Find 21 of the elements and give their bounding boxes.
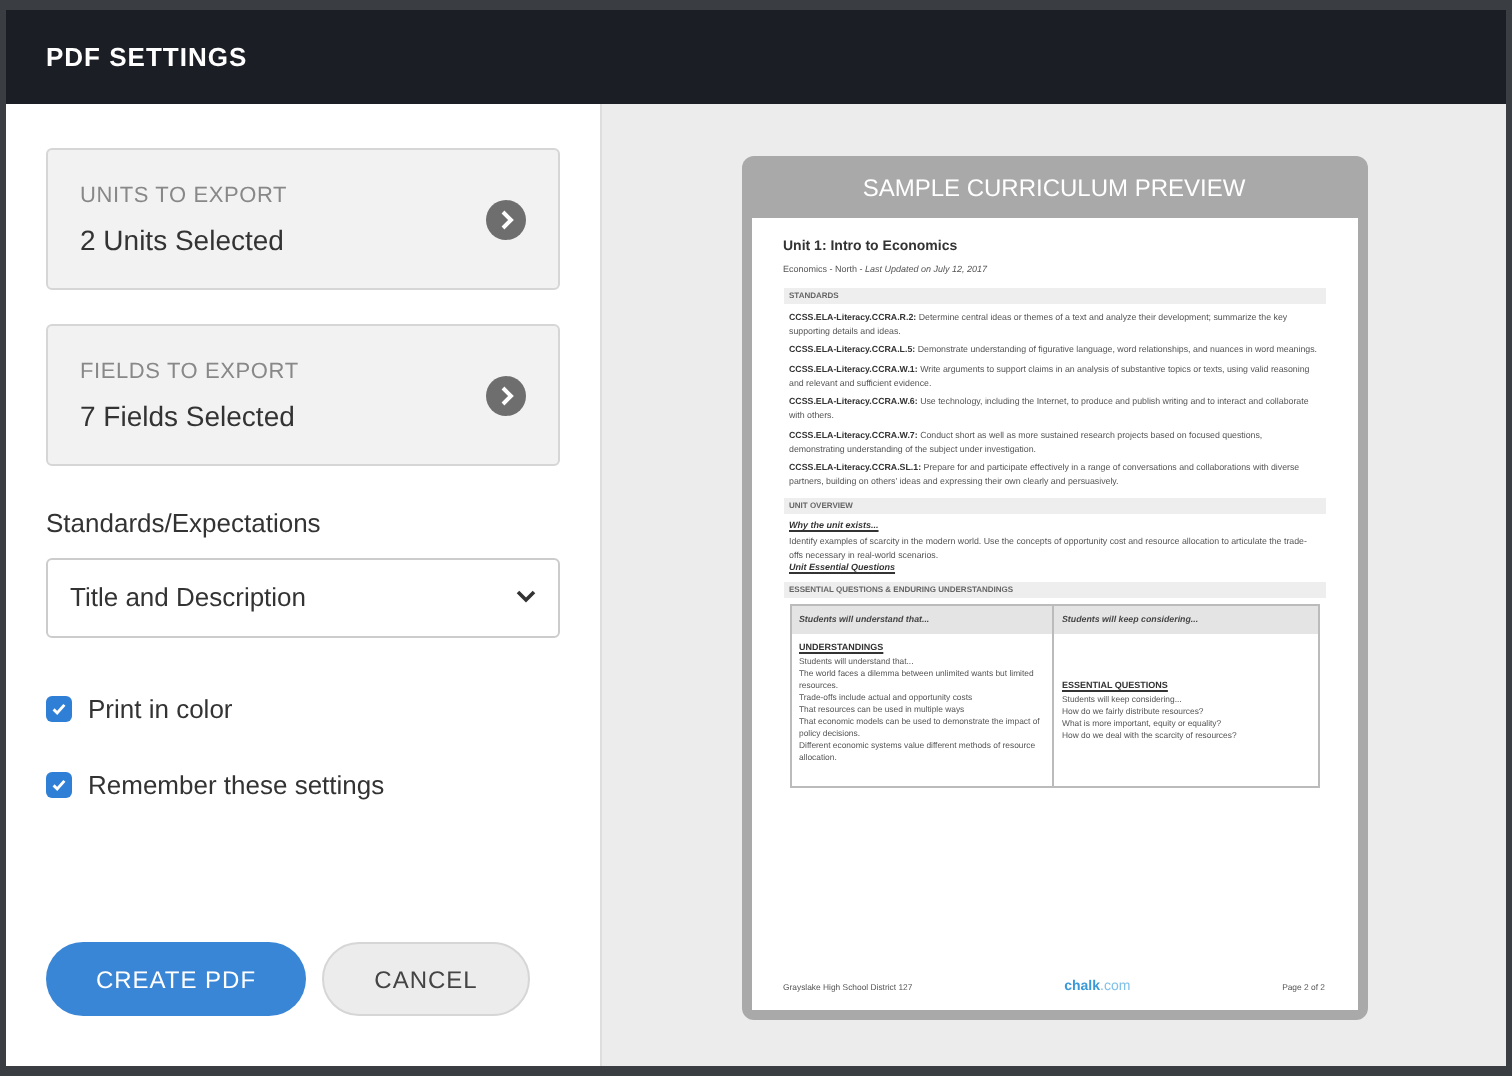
cancel-button[interactable]: CANCEL [322, 942, 530, 1016]
chevron-down-icon [516, 590, 536, 604]
export-card[interactable]: FIELDS TO EXPORT 7 Fields Selected [46, 324, 560, 466]
chevron-right-icon [486, 375, 526, 415]
dialog-title: PDF SETTINGS [46, 39, 248, 76]
checkmark-icon [50, 776, 68, 795]
checkbox[interactable] [46, 772, 72, 799]
card-label: UNITS TO EXPORT [80, 181, 288, 212]
create-pdf-button[interactable]: CREATE PDF [46, 942, 306, 1016]
preview-title: SAMPLE CURRICULUM PREVIEW [862, 171, 1246, 205]
checkbox-label: Print in color [88, 691, 233, 727]
select-label: Standards/Expectations [46, 506, 323, 542]
card-value: 7 Fields Selected [80, 398, 297, 437]
checkbox[interactable] [46, 695, 72, 722]
card-value: 2 Units Selected [80, 222, 286, 261]
standards-dropdown[interactable]: Title and Description [46, 557, 560, 637]
chevron-right-icon [486, 199, 526, 239]
checkbox-label: Remember these settings [88, 768, 385, 804]
checkmark-icon [50, 699, 68, 718]
card-label: FIELDS TO EXPORT [80, 357, 299, 388]
export-card[interactable]: UNITS TO EXPORT 2 Units Selected [46, 148, 560, 290]
